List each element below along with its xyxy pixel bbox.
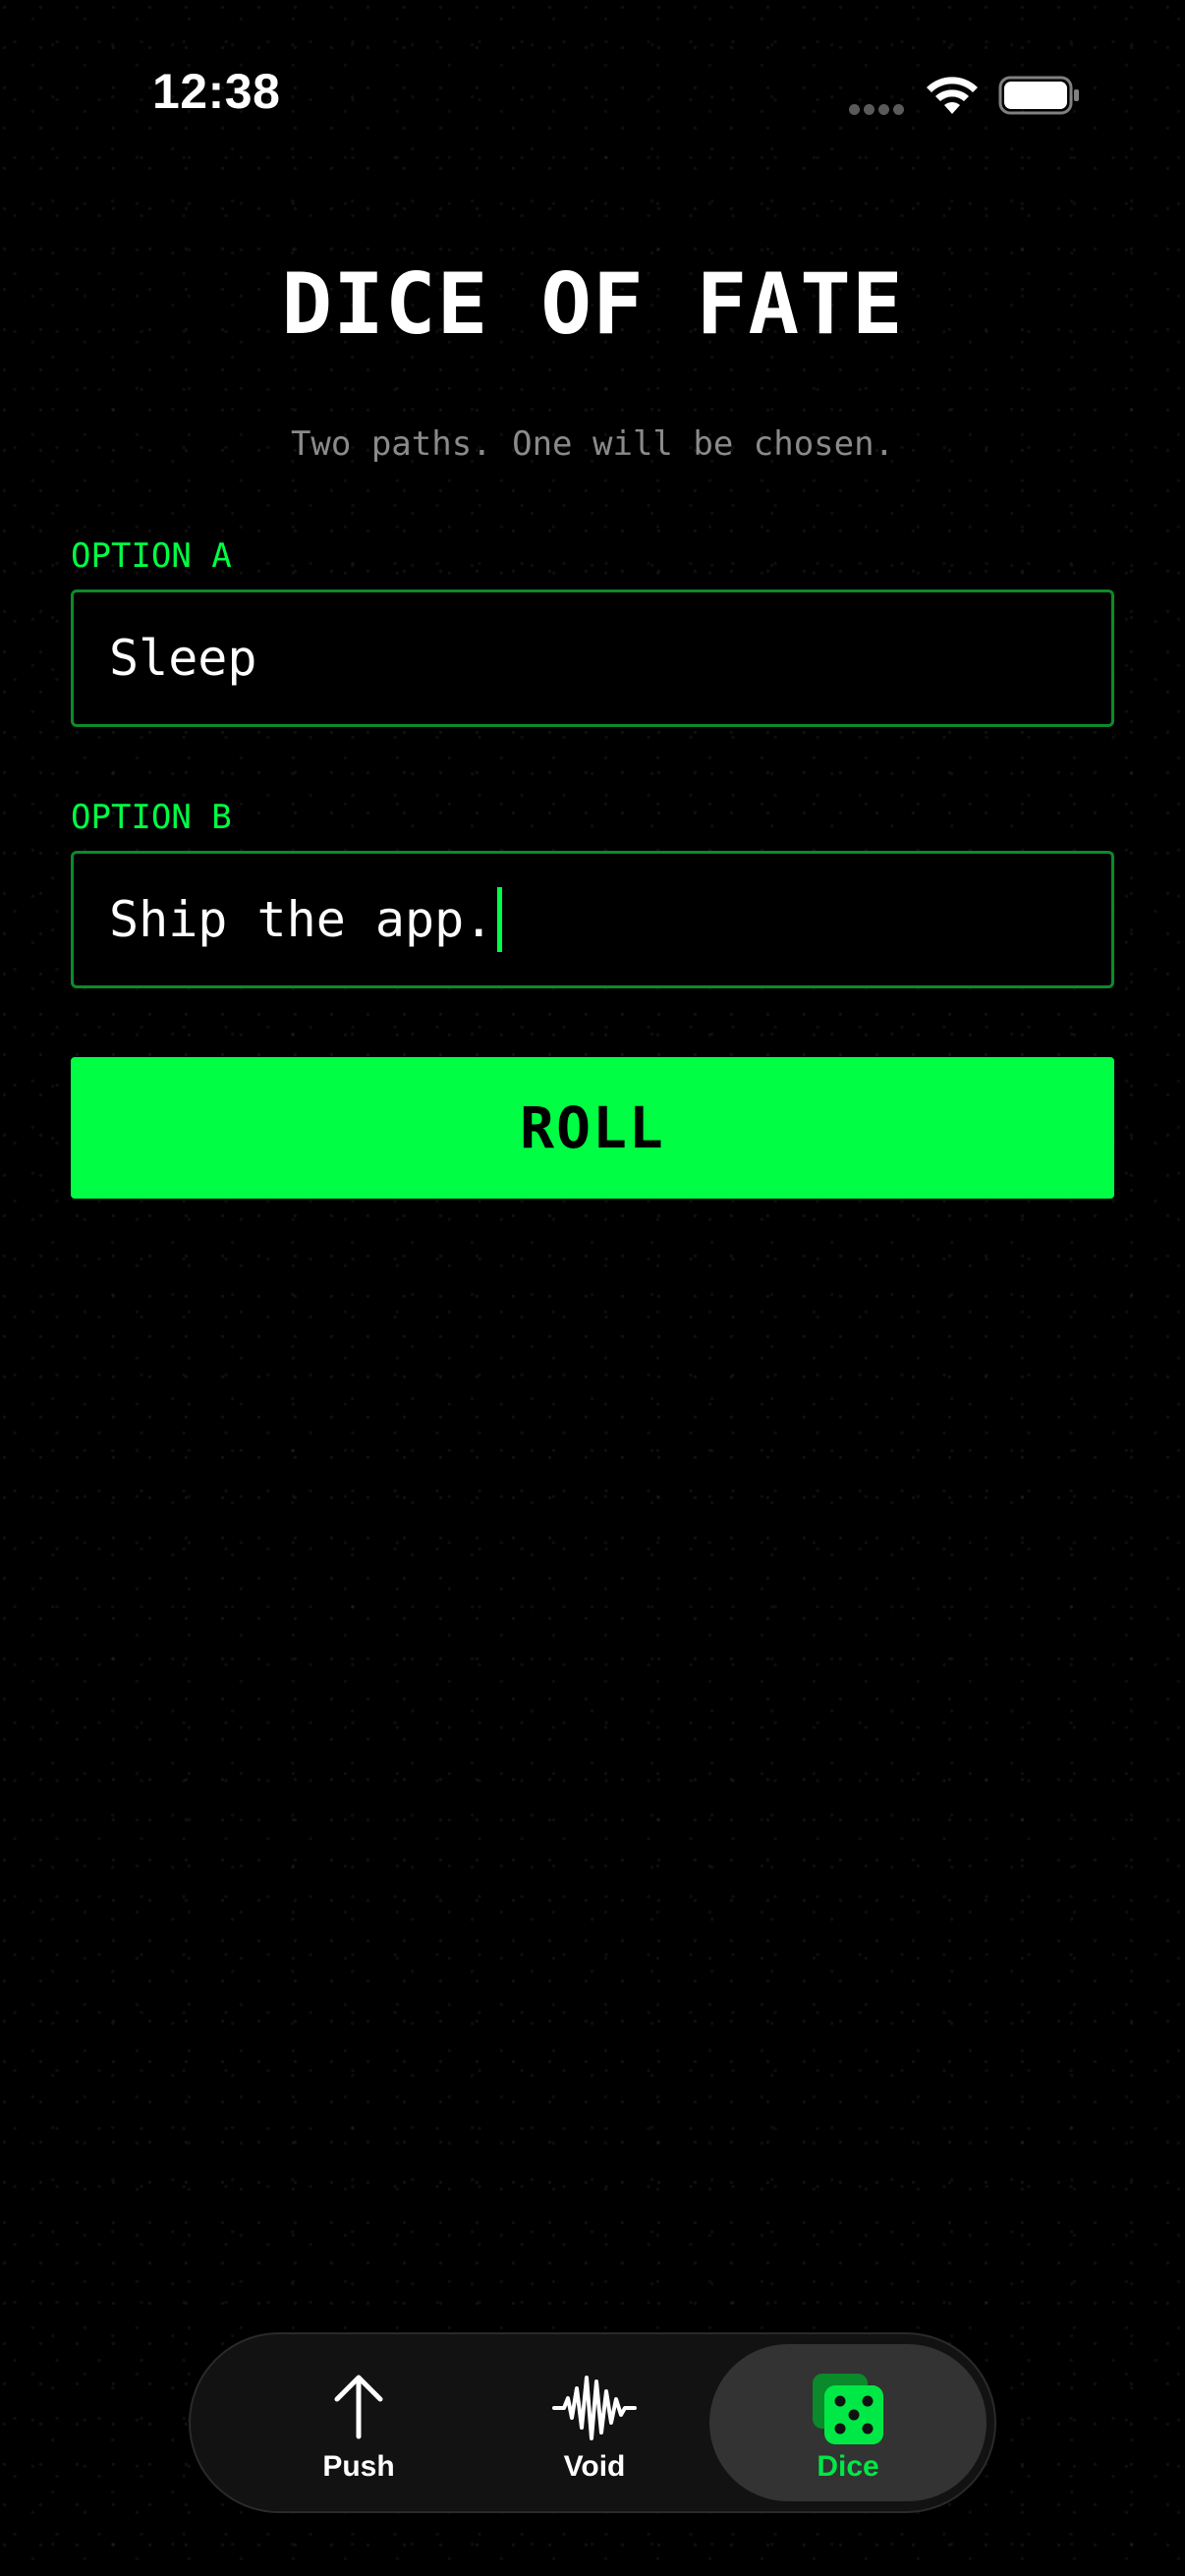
option-a-input[interactable]: Sleep xyxy=(71,589,1114,727)
page-title: DICE OF FATE xyxy=(281,255,904,354)
cellular-signal-icon xyxy=(849,104,906,118)
option-b-value: Ship the app. xyxy=(109,891,494,948)
option-b-label: OPTION B xyxy=(71,798,232,837)
page-subtitle: Two paths. One will be chosen. xyxy=(290,424,895,464)
tab-dice-label: Dice xyxy=(817,2450,879,2483)
status-bar: 12:38 xyxy=(0,0,1185,187)
option-b-input[interactable]: Ship the app. xyxy=(71,851,1114,988)
tab-bar: Push Void Dice xyxy=(189,2332,996,2513)
tab-dice[interactable]: Dice xyxy=(709,2344,987,2501)
status-time: 12:38 xyxy=(152,64,281,119)
battery-icon xyxy=(998,76,1079,115)
waveform-icon xyxy=(552,2376,637,2440)
roll-button[interactable]: ROLL xyxy=(71,1057,1114,1199)
arrow-up-icon xyxy=(334,2375,383,2439)
option-a-value: Sleep xyxy=(109,630,257,687)
option-a-label: OPTION A xyxy=(71,536,232,576)
tab-void-label: Void xyxy=(563,2450,626,2483)
text-cursor xyxy=(497,887,503,952)
wifi-icon xyxy=(927,77,978,114)
dice-icon xyxy=(813,2374,883,2444)
tab-void[interactable]: Void xyxy=(456,2344,733,2501)
